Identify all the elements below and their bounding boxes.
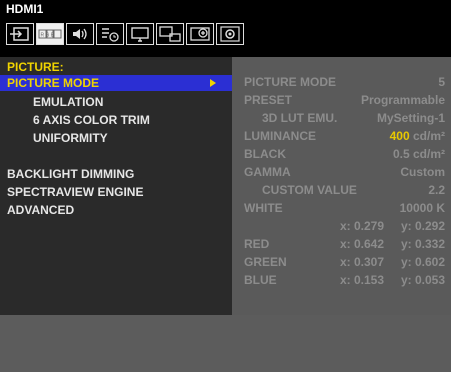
category-toolbar: R G B	[0, 18, 451, 50]
label: BLACK	[244, 147, 286, 161]
multi-picture-icon[interactable]	[156, 23, 184, 45]
row-white: WHITE 10000 K	[232, 200, 451, 217]
x-value: x: 0.279	[340, 219, 385, 233]
value: 2.2	[428, 183, 445, 197]
osd-screen: HDMI1 R G B PICTURE: PICTURE MODE EMULAT…	[0, 0, 451, 372]
picture-menu: PICTURE: PICTURE MODE EMULATION 6 AXIS C…	[0, 57, 232, 315]
row-green: GREEN x: 0.307 y: 0.602	[232, 254, 451, 271]
menu-item-6-axis-color-trim[interactable]: 6 AXIS COLOR TRIM	[0, 112, 232, 128]
label: BLUE	[244, 273, 277, 287]
label: RED	[244, 237, 270, 251]
value: MySetting-1	[376, 111, 445, 125]
label: PRESET	[244, 93, 293, 107]
x-value: x: 0.153	[340, 273, 385, 287]
input-icon[interactable]	[6, 23, 34, 45]
chevron-right-icon	[210, 79, 216, 87]
menu-item-backlight-dimming[interactable]: BACKLIGHT DIMMING	[0, 166, 232, 182]
system-icon[interactable]	[216, 23, 244, 45]
y-value: y: 0.053	[400, 273, 445, 287]
value: Custom	[400, 165, 445, 179]
label: CUSTOM VALUE	[262, 183, 357, 197]
menu-item-uniformity[interactable]: UNIFORMITY	[0, 130, 232, 146]
input-title: HDMI1	[0, 0, 451, 18]
row-gamma: GAMMA Custom	[232, 164, 451, 181]
value: Programmable	[360, 93, 445, 107]
row-3d-lut-emu: 3D LUT EMU. MySetting-1	[232, 110, 451, 127]
value: 10000 K	[399, 201, 445, 215]
row-preset: PRESET Programmable	[232, 92, 451, 109]
picture-icon[interactable]: R G B	[36, 23, 64, 45]
label: GAMMA	[244, 165, 291, 179]
value: 0.5 cd/m²	[392, 147, 445, 161]
x-value: x: 0.307	[340, 255, 385, 269]
label: 3D LUT EMU.	[262, 111, 338, 125]
menu-item-label: PICTURE MODE	[7, 76, 100, 90]
menu-item-emulation[interactable]: EMULATION	[0, 94, 232, 110]
row-luminance: LUMINANCE 400 cd/m²	[232, 128, 451, 145]
luminance-value: 400	[389, 129, 410, 143]
value: 5	[438, 75, 445, 89]
y-value: y: 0.332	[400, 237, 445, 251]
row-custom-value: CUSTOM VALUE 2.2	[232, 182, 451, 199]
row-picture-mode: PICTURE MODE 5	[232, 74, 451, 91]
label: LUMINANCE	[244, 129, 316, 143]
label: GREEN	[244, 255, 287, 269]
row-white-xy: x: 0.279 y: 0.292	[232, 218, 451, 235]
display-icon[interactable]	[126, 23, 154, 45]
x-value: x: 0.642	[340, 237, 385, 251]
luminance-unit: cd/m²	[412, 129, 445, 143]
menu-item-advanced[interactable]: ADVANCED	[0, 202, 232, 218]
row-red: RED x: 0.642 y: 0.332	[232, 236, 451, 253]
protect-icon[interactable]	[186, 23, 214, 45]
menu-item-spectraview-engine[interactable]: SPECTRAVIEW ENGINE	[0, 184, 232, 200]
schedule-icon[interactable]	[96, 23, 124, 45]
label: PICTURE MODE	[244, 75, 337, 89]
menu-heading: PICTURE:	[7, 60, 64, 74]
label: WHITE	[244, 201, 283, 215]
y-value: y: 0.602	[400, 255, 445, 269]
detail-panel: PICTURE MODE 5 PRESET Programmable 3D LU…	[232, 57, 451, 315]
row-blue: BLUE x: 0.153 y: 0.053	[232, 272, 451, 289]
menu-item-picture-mode[interactable]: PICTURE MODE	[0, 75, 232, 91]
footer-bar	[0, 315, 451, 372]
y-value: y: 0.292	[400, 219, 445, 233]
audio-icon[interactable]	[66, 23, 94, 45]
value: 400 cd/m²	[390, 128, 445, 145]
svg-text:R G B: R G B	[41, 33, 55, 39]
row-black: BLACK 0.5 cd/m²	[232, 146, 451, 163]
